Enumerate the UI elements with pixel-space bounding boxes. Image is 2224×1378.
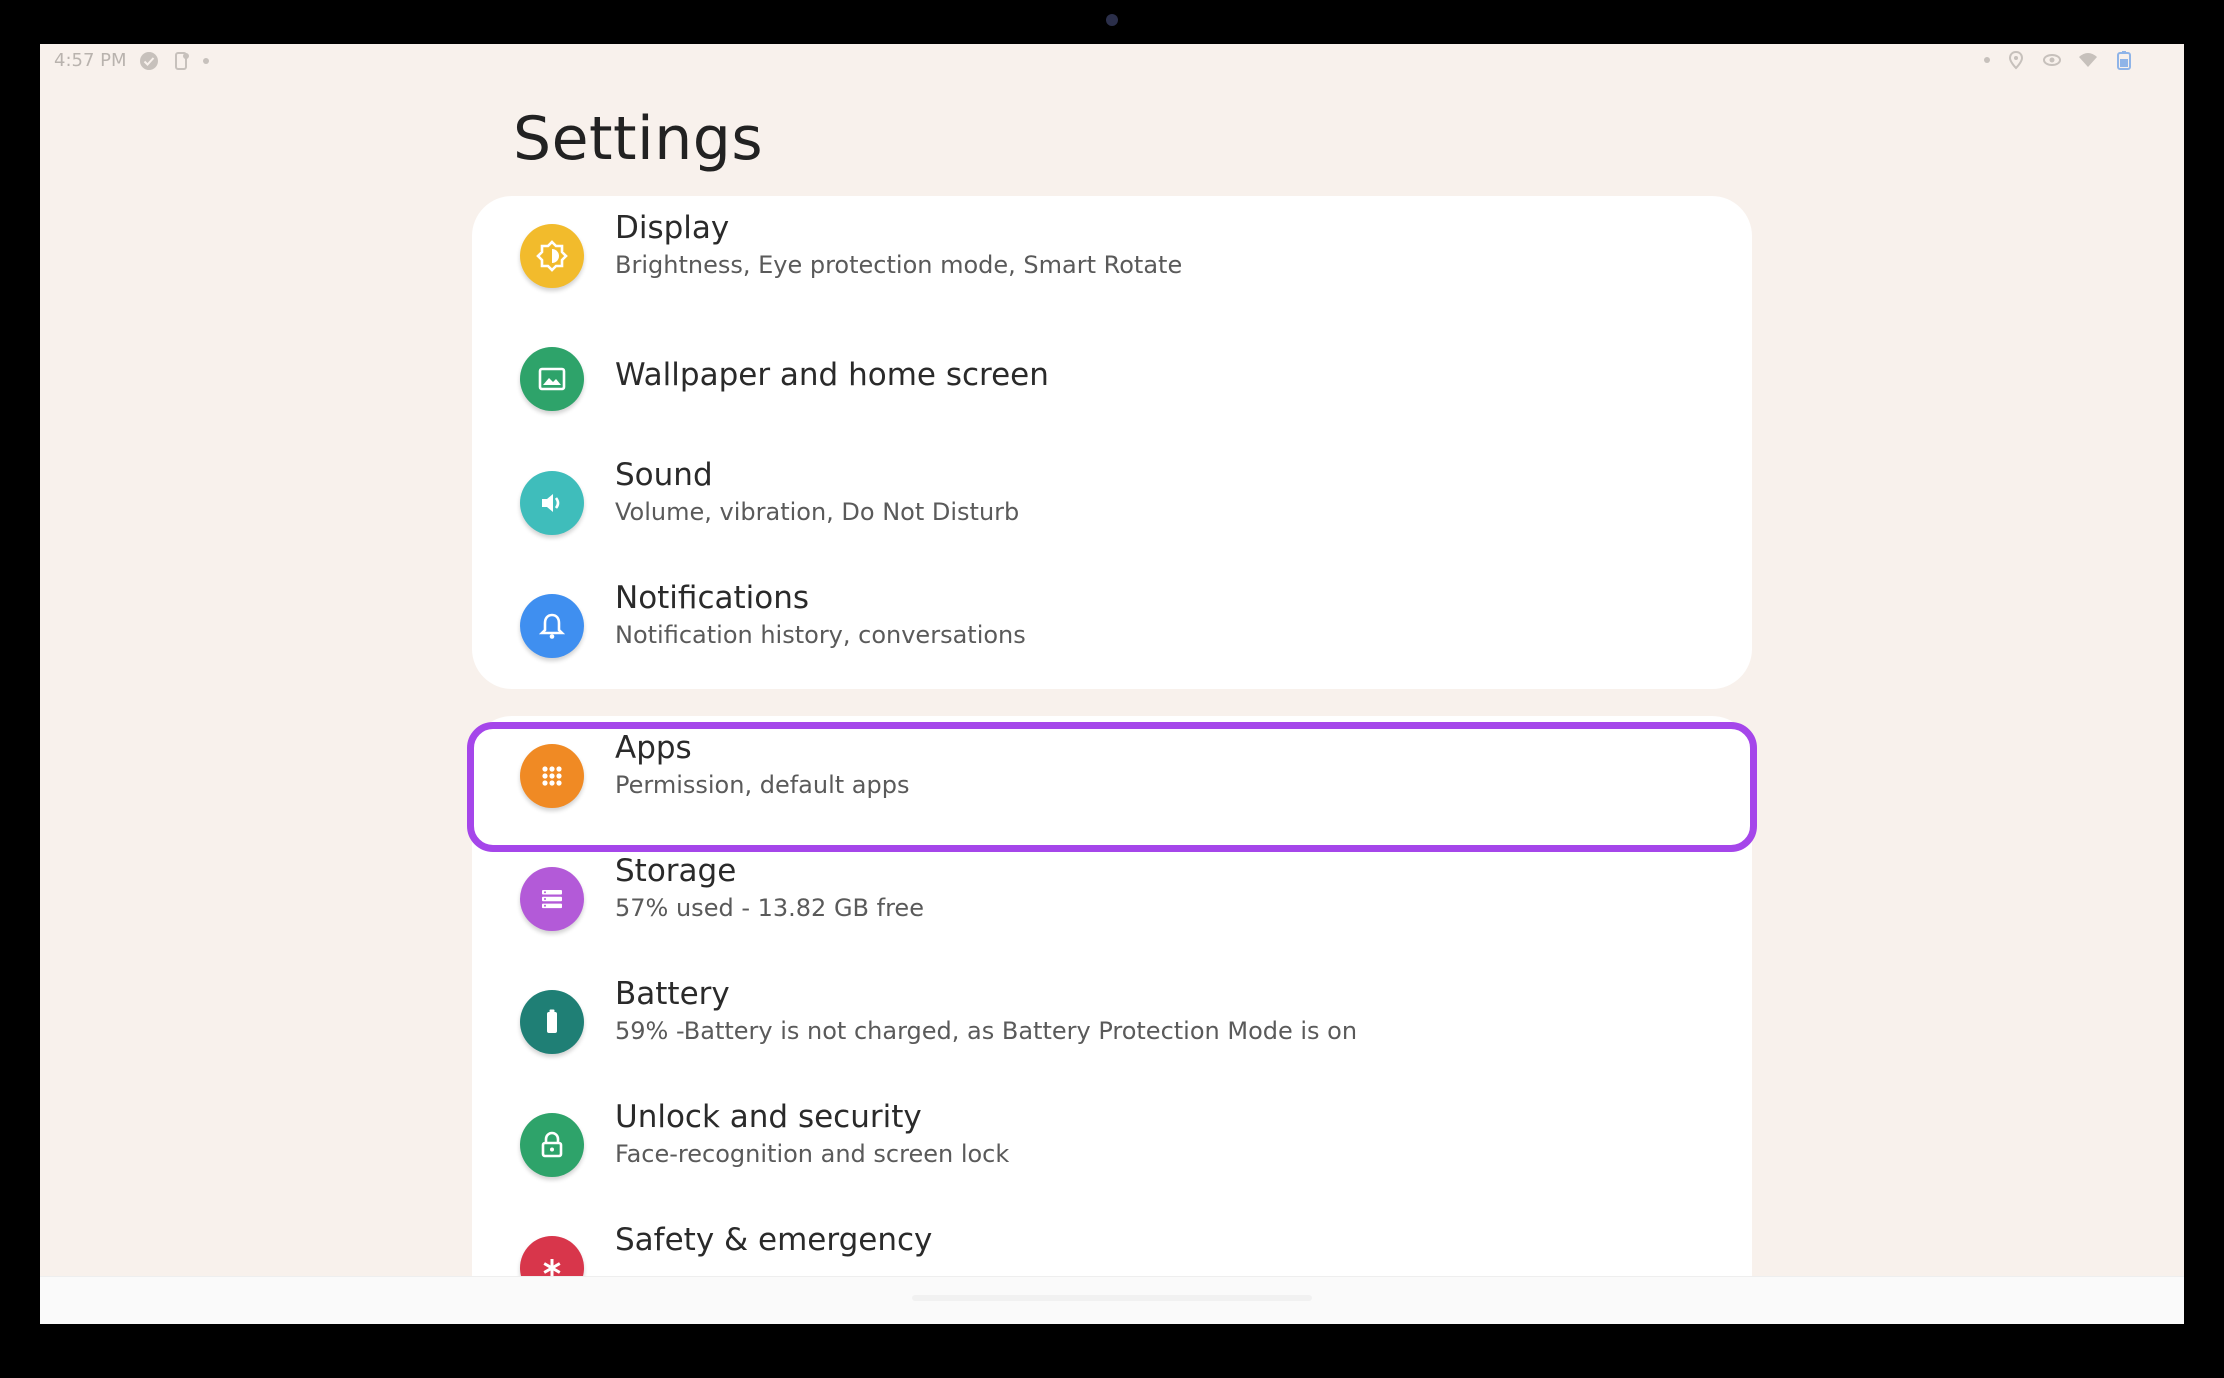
status-bar: 4:57 PM xyxy=(40,44,2184,84)
wallpaper-title: Wallpaper and home screen xyxy=(615,357,1049,393)
bell-icon xyxy=(520,594,584,658)
check-circle-icon xyxy=(139,51,158,70)
settings-item-wallpaper[interactable]: Wallpaper and home screen xyxy=(472,319,1752,439)
eye-icon xyxy=(2043,54,2061,66)
lock-icon xyxy=(520,1113,584,1177)
page-title: Settings xyxy=(513,104,764,174)
storage-icon xyxy=(520,867,584,931)
wallpaper-icon xyxy=(520,347,584,411)
status-time: 4:57 PM xyxy=(54,50,127,71)
display-icon xyxy=(520,224,584,288)
status-left: 4:57 PM xyxy=(54,50,209,71)
status-dot-right xyxy=(1984,57,1990,63)
wifi-icon xyxy=(2079,53,2097,67)
notifications-subtitle: Notification history, conversations xyxy=(615,621,1026,649)
sound-title: Sound xyxy=(615,457,713,493)
front-camera xyxy=(1106,14,1118,26)
security-subtitle: Face-recognition and screen lock xyxy=(615,1140,1010,1168)
settings-card-bottom: Apps Permission, default apps Storage 57… xyxy=(472,716,1752,1324)
settings-card-top: Display Brightness, Eye protection mode,… xyxy=(472,196,1752,689)
settings-item-apps[interactable]: Apps Permission, default apps xyxy=(472,716,1752,836)
home-gesture-bar[interactable] xyxy=(912,1295,1312,1301)
apps-subtitle: Permission, default apps xyxy=(615,771,910,799)
battery-status-icon xyxy=(2117,51,2131,70)
storage-subtitle: 57% used - 13.82 GB free xyxy=(615,894,924,922)
battery-icon xyxy=(520,990,584,1054)
display-subtitle: Brightness, Eye protection mode, Smart R… xyxy=(615,251,1183,279)
device-frame: 4:57 PM Settings Display Brightness, Eye… xyxy=(0,0,2224,1378)
settings-item-security[interactable]: Unlock and security Face-recognition and… xyxy=(472,1085,1752,1205)
settings-item-storage[interactable]: Storage 57% used - 13.82 GB free xyxy=(472,839,1752,959)
speaker-icon xyxy=(520,471,584,535)
safety-title: Safety & emergency xyxy=(615,1222,933,1258)
settings-item-notifications[interactable]: Notifications Notification history, conv… xyxy=(472,566,1752,686)
security-title: Unlock and security xyxy=(615,1099,922,1135)
status-right xyxy=(1984,50,2134,70)
status-dot xyxy=(202,57,209,64)
battery-title: Battery xyxy=(615,976,730,1012)
settings-item-battery[interactable]: Battery 59% -Battery is not charged, as … xyxy=(472,962,1752,1082)
apps-grid-icon xyxy=(520,744,584,808)
battery-subtitle: 59% -Battery is not charged, as Battery … xyxy=(615,1017,1358,1045)
phone-notification-icon xyxy=(174,51,189,70)
navigation-bar xyxy=(40,1276,2184,1324)
storage-title: Storage xyxy=(615,853,737,889)
sound-subtitle: Volume, vibration, Do Not Disturb xyxy=(615,498,1020,526)
settings-item-display[interactable]: Display Brightness, Eye protection mode,… xyxy=(472,196,1752,316)
display-title: Display xyxy=(615,210,730,246)
settings-item-sound[interactable]: Sound Volume, vibration, Do Not Disturb xyxy=(472,443,1752,563)
screen: 4:57 PM Settings Display Brightness, Eye… xyxy=(40,44,2184,1324)
notifications-title: Notifications xyxy=(615,580,810,616)
apps-title: Apps xyxy=(615,730,692,766)
location-icon xyxy=(2008,50,2024,70)
